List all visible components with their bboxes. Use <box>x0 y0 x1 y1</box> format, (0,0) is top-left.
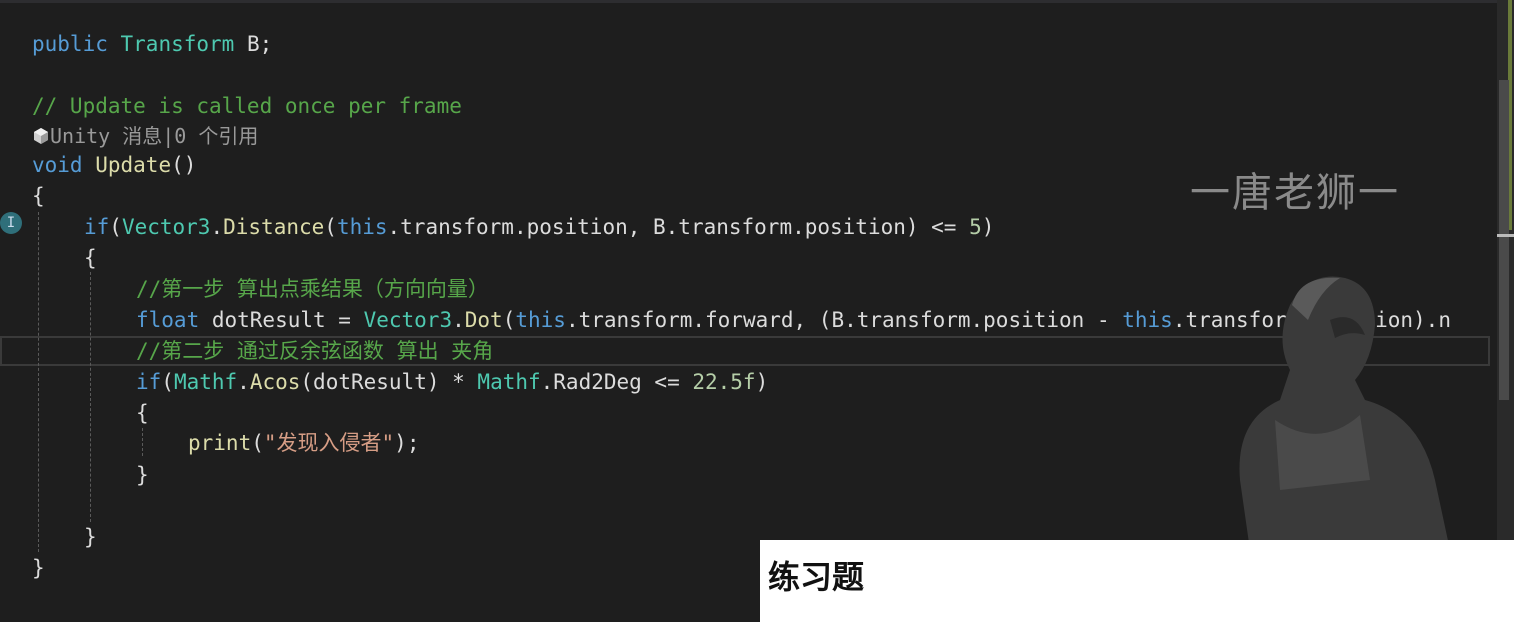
watermark-text: 一唐老狮一 <box>1190 170 1400 216</box>
code-comment-line[interactable]: //第二步 通过反余弦函数 算出 夹角 <box>136 336 493 366</box>
unity-cube-icon <box>34 128 48 144</box>
code-line[interactable]: } <box>84 522 97 552</box>
code-line[interactable]: if(Mathf.Acos(dotResult) * Mathf.Rad2Deg… <box>136 367 768 397</box>
code-line[interactable]: if(Vector3.Distance(this.transform.posit… <box>84 212 994 242</box>
code-line[interactable]: print("发现入侵者"); <box>188 428 419 458</box>
type-token: Transform <box>120 32 235 56</box>
indent-guide <box>90 272 91 522</box>
code-line[interactable]: void Update() <box>32 150 196 180</box>
code-line[interactable]: { <box>32 181 45 211</box>
code-comment-line[interactable]: // Update is called once per frame <box>32 91 462 121</box>
exercise-panel: 练习题 <box>760 540 1514 622</box>
code-line[interactable]: { <box>136 398 149 428</box>
code-editor[interactable]: I public Transform B; // Update is calle… <box>0 0 1497 622</box>
code-line[interactable]: } <box>136 460 149 490</box>
scrollbar-caret-mark <box>1497 234 1514 237</box>
indent-guide <box>142 428 143 456</box>
code-comment-line[interactable]: //第一步 算出点乘结果（方向向量） <box>136 274 489 304</box>
scrollbar-thumb[interactable] <box>1499 80 1509 400</box>
teacher-silhouette-image <box>1239 276 1450 550</box>
codelens[interactable]: Unity 消息|0 个引用 <box>32 121 258 151</box>
code-line[interactable]: public Transform B; <box>32 29 272 59</box>
indent-guide <box>38 212 39 552</box>
editor-top-border <box>0 0 1497 3</box>
code-line[interactable]: } <box>32 553 45 583</box>
exercise-title: 练习题 <box>768 558 865 596</box>
breakpoint-marker[interactable]: I <box>0 212 22 234</box>
code-line[interactable]: { <box>84 243 97 273</box>
keyword-token: public <box>32 32 108 56</box>
